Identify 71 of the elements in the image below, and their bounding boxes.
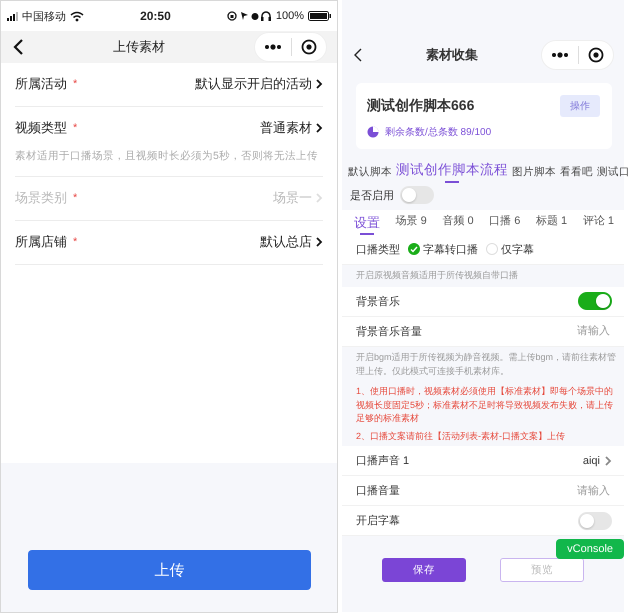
chevron-icon [604,456,612,466]
input-field[interactable]: 请输入 [538,484,612,498]
script-tab[interactable]: 测试口 [597,166,630,184]
quota-text: 剩余条数/总条数 89/100 [385,126,492,139]
script-title: 测试创作脚本666 [367,97,476,115]
chevron-icon [315,79,323,89]
row-label: 背景音乐 [356,294,401,309]
carrier-name: 中国移动 [22,10,66,24]
capsule-menu[interactable] [541,40,614,70]
row-label: 口播音量 [356,484,401,498]
help-text: 开启bgm适用于所传视频为静音视频。需上传bgm，请前往素材管理上传。仅此模式可连接手机素材库。 [342,346,624,383]
battery-percent: 100% [276,10,304,22]
script-tab[interactable]: 图片脚本 [512,166,556,184]
field-label: 场景类别 [15,189,67,207]
script-tab[interactable]: 看看吧 [560,166,593,184]
save-button[interactable]: 保存 [382,558,466,582]
more-icon[interactable] [551,51,569,59]
row-label: 背景音乐音量 [356,324,423,339]
capsule-menu[interactable] [254,32,327,62]
select-field[interactable]: aiqi [582,454,612,467]
row-label: 口播类型 [356,242,400,257]
required-mark: * [73,78,78,90]
chevron-icon [315,123,323,133]
script-tab[interactable]: 默认脚本 [348,166,392,184]
sub-tab[interactable]: 设置 [354,215,380,235]
pie-chart-icon [367,126,379,138]
more-icon[interactable] [264,43,282,51]
status-time: 20:50 [139,9,172,23]
target-icon[interactable] [301,39,317,55]
page-title: 素材收集 [425,46,479,64]
field-value: 默认显示开启的活动 [195,75,312,93]
warning-text: 2、口播文案请前往【活动列表-素材-口播文案】上传 [342,428,624,446]
signal-icon [7,12,18,20]
check-icon [410,246,418,253]
sub-tab[interactable]: 场景 9 [396,215,427,235]
chevron-icon [315,237,323,247]
radio-option[interactable]: 仅字幕 [486,242,534,257]
battery-icon [308,11,331,21]
row-label: 开启字幕 [356,514,401,528]
field-value: 场景一 [273,189,312,207]
field-value: 默认总店 [260,233,312,251]
script-tab[interactable]: 测试创作脚本流程 [396,162,508,184]
sub-tab[interactable]: 标题 1 [536,215,568,235]
field-label: 所属活动 [15,75,67,93]
field-label: 所属店铺 [15,233,67,251]
page-title: 上传素材 [112,38,166,56]
radio-option[interactable]: 字幕转口播 [408,242,478,257]
warning-text: 1、使用口播时，视频素材必须使用【标准素材】即每个场景中的视频长度固定5秒；标准素材不足时将导致视频发布失败，请上传足够的标准素材 [342,382,624,428]
toggle-switch[interactable] [400,186,434,204]
sub-tab[interactable]: 口播 6 [489,215,520,235]
input-field[interactable]: 请输入 [538,324,612,338]
wifi-icon [70,10,84,22]
sub-tab[interactable]: 音频 0 [442,215,474,235]
enable-label: 是否启用 [350,188,394,203]
target-icon[interactable] [588,47,604,63]
field-label: 视频类型 [15,119,67,137]
field-hint: 素材适用于口播场景，且视频时长必须为5秒，否则将无法上传 [15,149,319,163]
required-mark: * [73,192,78,204]
required-mark: * [73,236,78,248]
toggle-switch[interactable] [578,512,612,530]
required-mark: * [73,122,78,134]
back-icon[interactable] [354,48,363,62]
row-label: 口播声音 1 [356,454,410,468]
sub-tab[interactable]: 评论 1 [582,215,614,235]
help-text: 开启原视频音频适用于所传视频自带口播 [342,264,624,287]
chevron-icon [315,193,323,203]
status-icons [226,10,272,22]
toggle-switch[interactable] [578,292,612,310]
field-value: 普通素材 [260,119,312,137]
upload-button[interactable]: 上传 [28,550,311,590]
back-icon[interactable] [13,38,24,56]
